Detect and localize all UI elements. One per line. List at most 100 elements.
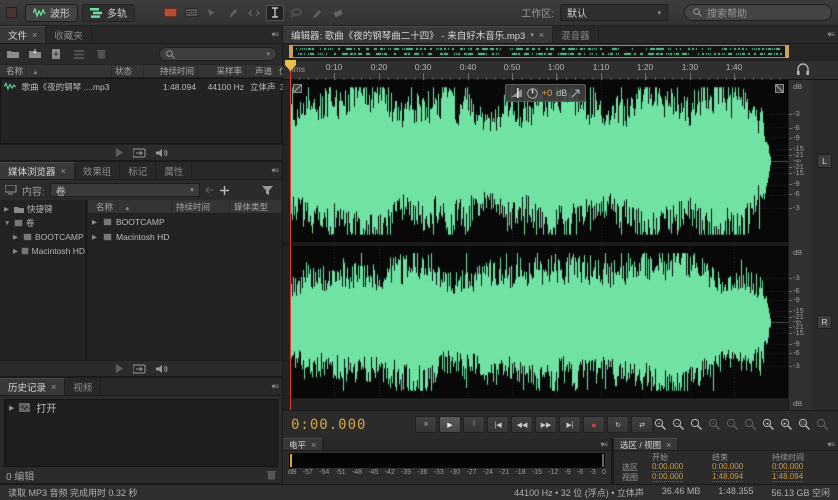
zoom-out-amplitude-button[interactable]: − [725,417,740,432]
brush-selection-tool[interactable] [308,5,326,21]
skip-to-start-button[interactable]: |◀ [487,416,509,433]
tree-item-volumes[interactable]: ▼ 卷 [0,216,85,230]
twirl-icon[interactable]: ▼ [4,220,11,227]
time-display[interactable]: 0:00.000 [291,417,415,433]
zoom-navigator[interactable] [283,44,838,60]
channel-divider[interactable] [283,242,838,246]
auto-play-speaker-icon[interactable] [155,148,168,158]
selview-value[interactable]: 0:00.000 [712,462,744,472]
record-button[interactable]: ● [583,416,605,433]
selview-value[interactable]: 1:48.094 [712,472,744,482]
tab-video[interactable]: 视频 [65,378,102,395]
tab-selection-view[interactable]: 选区 / 视图 × [614,438,679,450]
selview-value[interactable]: 0:00.000 [652,472,684,482]
selview-value[interactable]: 0:00.000 [652,462,684,472]
tree-item-bootcamp[interactable]: ▶ BOOTCAMP [0,230,85,244]
close-icon[interactable]: × [51,382,56,392]
twirl-icon[interactable]: ▶ [13,233,20,241]
headphone-icon[interactable] [796,63,810,75]
tab-effects-rack[interactable]: 效果组 [75,162,121,179]
tab-properties[interactable]: 属性 [156,162,193,179]
loop-playback-button[interactable]: ↻ [607,416,629,433]
media-row-macintosh-hd[interactable]: ▶ Macintosh HD [88,229,282,244]
multitrack-mode-button[interactable]: 多轨 [82,3,135,22]
panel-menu-icon[interactable]: ▾≡ [827,30,835,39]
panel-menu-icon[interactable]: ▾≡ [271,382,279,391]
media-view-icon[interactable] [5,185,17,195]
panel-menu-icon[interactable]: ▾≡ [827,440,835,449]
navigator-frame[interactable] [289,45,789,58]
zoom-to-selection-button[interactable]: ▭ [797,417,812,432]
open-file-button[interactable] [5,47,21,61]
fade-in-handle[interactable] [293,84,302,93]
tab-favorites[interactable]: 收藏夹 [46,26,92,43]
tree-item-macintosh-hd[interactable]: ▶ Macintosh HD [0,244,85,258]
lasso-selection-tool[interactable] [287,5,305,21]
zoom-reset-time-button[interactable] [689,417,704,432]
tab-media-browser[interactable]: 媒体浏览器 × [0,162,75,179]
slip-tool[interactable] [245,5,263,21]
close-icon[interactable]: × [666,440,671,450]
search-dropdown-icon[interactable]: ▾ [266,50,270,58]
insert-multitrack-button[interactable] [71,47,87,61]
gain-value[interactable]: +0 [542,88,552,98]
contents-select[interactable]: 卷 ▾ [49,183,200,198]
twirl-icon[interactable]: ▶ [92,233,99,241]
tree-item-shortcuts[interactable]: ▶ 快捷键 [0,202,85,216]
pin-hud-icon[interactable] [571,89,580,98]
panel-menu-icon[interactable]: ▾≡ [271,30,279,39]
waveform-left-channel[interactable] [290,80,788,242]
spectral-display-toggle[interactable] [182,5,200,21]
twirl-icon[interactable]: ▶ [13,247,18,255]
navigator-right-handle[interactable] [785,45,789,58]
tab-levels[interactable]: 电平 × [283,438,324,450]
trash-icon[interactable] [267,470,276,480]
zoom-reset-amplitude-button[interactable] [743,417,758,432]
tab-markers[interactable]: 标记 [120,162,157,179]
playhead-line[interactable] [290,60,291,410]
preview-play-icon[interactable] [115,148,123,157]
zoom-in-time-button[interactable]: + [653,417,668,432]
twirl-icon[interactable]: ▶ [4,205,11,213]
close-icon[interactable]: × [32,30,37,40]
trash-button[interactable] [93,47,109,61]
navigator-left-handle[interactable] [289,45,293,58]
tab-mixer[interactable]: 混音器 [553,26,599,43]
new-file-button[interactable] [49,47,65,61]
zoom-in-amplitude-button[interactable]: + [707,417,722,432]
close-icon[interactable]: × [311,440,316,450]
selview-value[interactable]: 0:00.000 [772,462,804,472]
waveform-display-toggle[interactable] [161,5,179,21]
import-file-button[interactable] [27,47,43,61]
pause-button[interactable]: ‖ [463,416,485,433]
media-column-headers[interactable]: 名称 ▲ 持续时间 媒体类型 [88,200,282,214]
preview-play-icon[interactable] [115,364,123,373]
waveform-mode-button[interactable]: 波形 [25,3,78,22]
time-selection-tool[interactable] [266,4,284,21]
amplitude-ruler[interactable]: dB -3 -3 -6 -6 -9 -9 -15 -15 -21 -21 -∞ dB -3 -3 -6 -6 -9… [788,80,812,410]
waveform-display[interactable]: dB -3 -3 -6 -6 -9 -9 -15 -15 -21 -21 -∞ dB -3 -3 -6 -6 -9… [283,60,838,410]
channel-r-button[interactable]: R [817,315,832,329]
razor-tool[interactable] [224,5,242,21]
gain-knob-icon[interactable] [527,87,538,99]
zoom-full-button[interactable] [815,417,830,432]
files-column-headers[interactable]: 名称 ▲ 状态 持续时间 采样率 声道 位 [0,64,285,78]
timeline-ruler[interactable]: hms 0:10 0:20 0:30 0:40 0:50 1:00 1:10 1:20 1:30… [283,60,838,81]
workspace-select[interactable]: 默认 ▾ [560,4,668,21]
fast-forward-button[interactable]: ▶▶ [535,416,557,433]
chevron-down-icon[interactable]: ▾ [530,31,534,39]
gain-hud[interactable]: +0 dB [505,84,587,102]
panel-menu-icon[interactable]: ▾≡ [271,166,279,175]
panel-menu-icon[interactable]: ▾≡ [600,440,608,449]
skip-to-end-button[interactable]: ▶| [559,416,581,433]
tab-history[interactable]: 历史记录 × [0,378,66,395]
close-icon[interactable]: × [61,166,66,176]
rewind-button[interactable]: ◀◀ [511,416,533,433]
auto-play-speaker-icon[interactable] [155,364,168,374]
zoom-in-selection-right-button[interactable]: ▸ [779,417,794,432]
fade-out-handle[interactable] [775,84,784,93]
history-item-open[interactable]: ▶ 打开 [5,400,277,415]
filter-funnel-icon[interactable] [262,185,273,195]
help-search-input[interactable]: 搜索帮助 [684,4,832,21]
tab-files[interactable]: 文件 × [0,26,47,43]
